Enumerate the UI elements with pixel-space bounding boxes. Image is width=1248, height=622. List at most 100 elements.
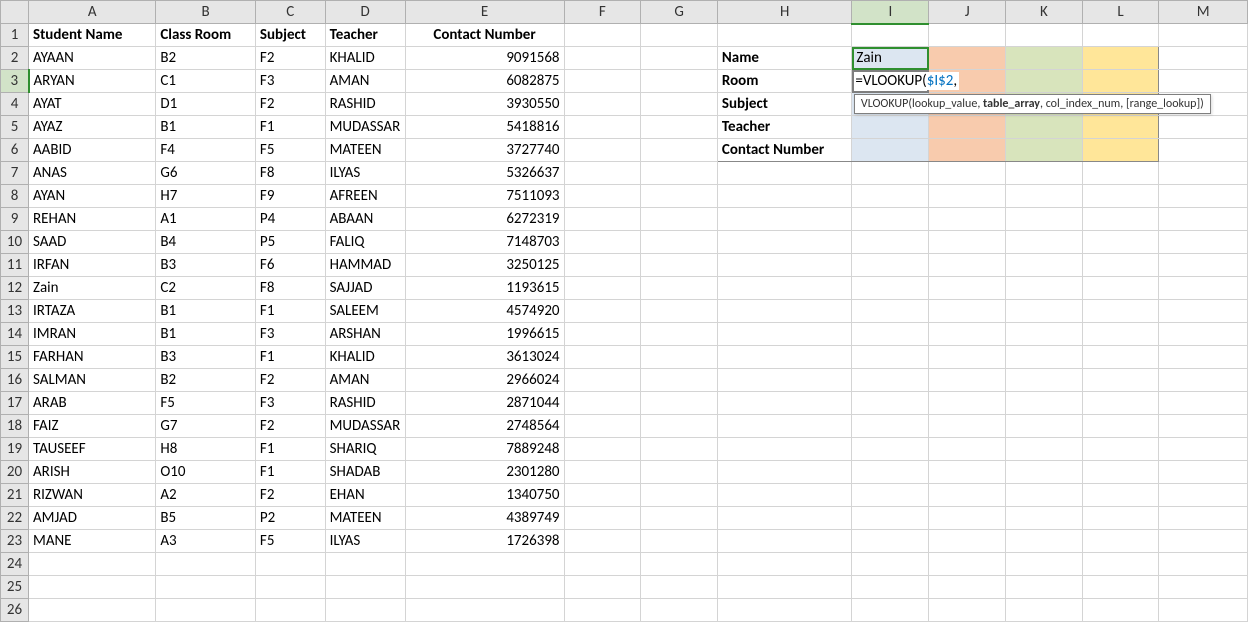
cell-M7[interactable] xyxy=(1159,162,1248,185)
cell-M10[interactable] xyxy=(1159,231,1248,254)
col-header-L[interactable]: L xyxy=(1082,1,1159,24)
cell-D2[interactable]: KHALID xyxy=(325,47,405,70)
cell-M16[interactable] xyxy=(1159,369,1248,392)
cell-B1[interactable]: Class Room xyxy=(156,24,256,47)
cell-E1[interactable]: Contact Number xyxy=(405,24,564,47)
cell-J21[interactable] xyxy=(929,484,1006,507)
cell-K23[interactable] xyxy=(1006,530,1083,553)
cell-A14[interactable]: IMRAN xyxy=(29,323,156,346)
cell-C3[interactable]: F3 xyxy=(255,70,325,93)
cell-C9[interactable]: P4 xyxy=(255,208,325,231)
cell-I26[interactable] xyxy=(852,599,929,622)
cell-C12[interactable]: F8 xyxy=(255,277,325,300)
cell-E17[interactable]: 2871044 xyxy=(405,392,564,415)
row-header-9[interactable]: 9 xyxy=(1,208,29,231)
cell-A8[interactable]: AYAN xyxy=(29,185,156,208)
cell-A17[interactable]: ARAB xyxy=(29,392,156,415)
cell-B21[interactable]: A2 xyxy=(156,484,256,507)
cell-M23[interactable] xyxy=(1159,530,1248,553)
cell-E12[interactable]: 1193615 xyxy=(405,277,564,300)
cell-F18[interactable] xyxy=(564,415,641,438)
cell-A23[interactable]: MANE xyxy=(29,530,156,553)
row-header-17[interactable]: 17 xyxy=(1,392,29,415)
row-header-8[interactable]: 8 xyxy=(1,185,29,208)
cell-I18[interactable] xyxy=(852,415,929,438)
cell-C11[interactable]: F6 xyxy=(255,254,325,277)
cell-F23[interactable] xyxy=(564,530,641,553)
cell-D26[interactable] xyxy=(325,599,405,622)
cell-D6[interactable]: MATEEN xyxy=(325,139,405,162)
cell-A20[interactable]: ARISH xyxy=(29,461,156,484)
cell-C16[interactable]: F2 xyxy=(255,369,325,392)
cell-F6[interactable] xyxy=(564,139,641,162)
cell-E24[interactable] xyxy=(405,553,564,576)
cell-G19[interactable] xyxy=(641,438,718,461)
cell-G17[interactable] xyxy=(641,392,718,415)
cell-M19[interactable] xyxy=(1159,438,1248,461)
cell-C18[interactable]: F2 xyxy=(255,415,325,438)
cell-K13[interactable] xyxy=(1006,300,1083,323)
cell-A10[interactable]: SAAD xyxy=(29,231,156,254)
cell-H25[interactable] xyxy=(717,576,851,599)
cell-C2[interactable]: F2 xyxy=(255,47,325,70)
cell-I24[interactable] xyxy=(852,553,929,576)
cell-B15[interactable]: B3 xyxy=(156,346,256,369)
cell-B18[interactable]: G7 xyxy=(156,415,256,438)
cell-M8[interactable] xyxy=(1159,185,1248,208)
cell-D23[interactable]: ILYAS xyxy=(325,530,405,553)
cell-H2[interactable]: Name xyxy=(717,47,851,70)
cell-G11[interactable] xyxy=(641,254,718,277)
cell-F22[interactable] xyxy=(564,507,641,530)
cell-G14[interactable] xyxy=(641,323,718,346)
cell-H24[interactable] xyxy=(717,553,851,576)
cell-L9[interactable] xyxy=(1082,208,1159,231)
col-header-C[interactable]: C xyxy=(255,1,325,24)
cell-A22[interactable]: AMJAD xyxy=(29,507,156,530)
row-header-26[interactable]: 26 xyxy=(1,599,29,622)
row-header-16[interactable]: 16 xyxy=(1,369,29,392)
cell-G10[interactable] xyxy=(641,231,718,254)
cell-A4[interactable]: AYAT xyxy=(29,93,156,116)
cell-E7[interactable]: 5326637 xyxy=(405,162,564,185)
cell-J19[interactable] xyxy=(929,438,1006,461)
cell-M9[interactable] xyxy=(1159,208,1248,231)
cell-I2[interactable]: Zain xyxy=(852,47,929,70)
cell-B8[interactable]: H7 xyxy=(156,185,256,208)
cell-C25[interactable] xyxy=(255,576,325,599)
cell-B17[interactable]: F5 xyxy=(156,392,256,415)
cell-L6[interactable] xyxy=(1082,139,1159,162)
cell-K16[interactable] xyxy=(1006,369,1083,392)
cell-E23[interactable]: 1726398 xyxy=(405,530,564,553)
cell-A5[interactable]: AYAZ xyxy=(29,116,156,139)
cell-F15[interactable] xyxy=(564,346,641,369)
cell-M14[interactable] xyxy=(1159,323,1248,346)
cell-H19[interactable] xyxy=(717,438,851,461)
col-header-B[interactable]: B xyxy=(156,1,256,24)
cell-G22[interactable] xyxy=(641,507,718,530)
cell-E16[interactable]: 2966024 xyxy=(405,369,564,392)
cell-L3[interactable] xyxy=(1082,70,1159,93)
cell-B4[interactable]: D1 xyxy=(156,93,256,116)
cell-L20[interactable] xyxy=(1082,461,1159,484)
cell-K15[interactable] xyxy=(1006,346,1083,369)
cell-K21[interactable] xyxy=(1006,484,1083,507)
cell-D12[interactable]: SAJJAD xyxy=(325,277,405,300)
cell-K5[interactable] xyxy=(1006,116,1083,139)
cell-J7[interactable] xyxy=(929,162,1006,185)
cell-D1[interactable]: Teacher xyxy=(325,24,405,47)
cell-H7[interactable] xyxy=(717,162,851,185)
cell-B20[interactable]: O10 xyxy=(156,461,256,484)
cell-F24[interactable] xyxy=(564,553,641,576)
cell-E22[interactable]: 4389749 xyxy=(405,507,564,530)
cell-K11[interactable] xyxy=(1006,254,1083,277)
cell-I5[interactable] xyxy=(852,116,929,139)
cell-J14[interactable] xyxy=(929,323,1006,346)
cell-A7[interactable]: ANAS xyxy=(29,162,156,185)
cell-M11[interactable] xyxy=(1159,254,1248,277)
cell-J6[interactable] xyxy=(929,139,1006,162)
cell-H23[interactable] xyxy=(717,530,851,553)
row-header-5[interactable]: 5 xyxy=(1,116,29,139)
cell-I16[interactable] xyxy=(852,369,929,392)
cell-C7[interactable]: F8 xyxy=(255,162,325,185)
cell-C24[interactable] xyxy=(255,553,325,576)
